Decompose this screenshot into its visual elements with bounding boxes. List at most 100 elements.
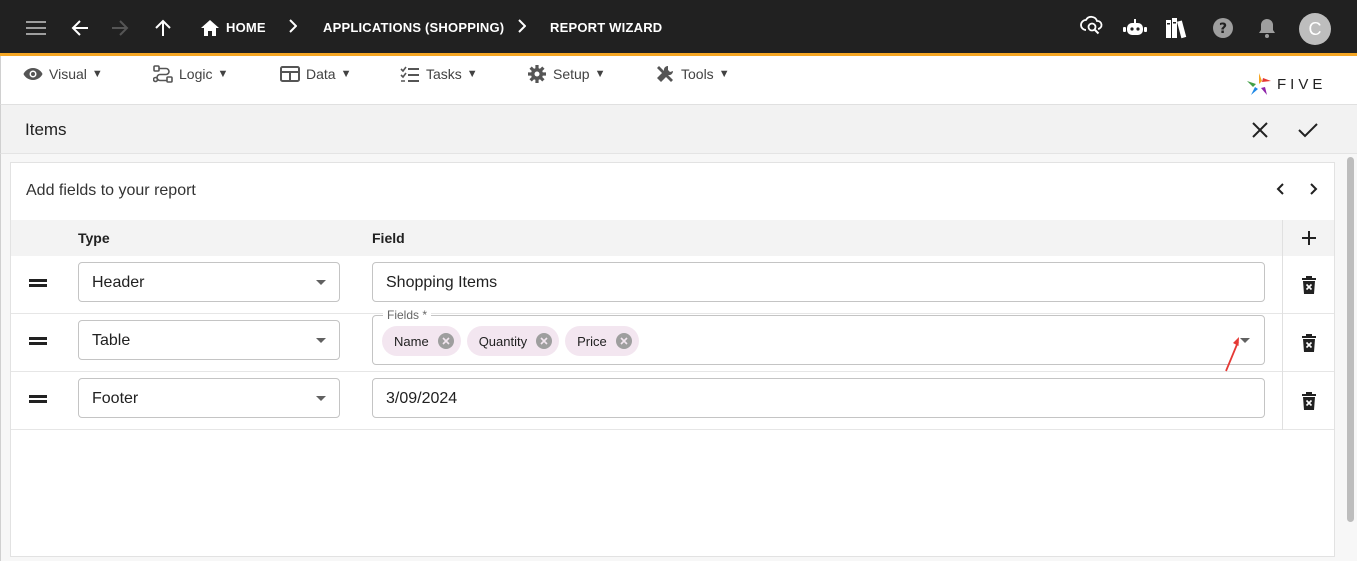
menu-tools-label: Tools xyxy=(681,66,714,82)
delete-icon xyxy=(1301,276,1316,294)
page-title: Items xyxy=(25,120,67,139)
chip-label: Price xyxy=(577,333,607,349)
confirm-button[interactable] xyxy=(1296,118,1320,142)
delete-row-button[interactable] xyxy=(1282,372,1334,430)
forward-arrow-icon[interactable] xyxy=(106,14,134,42)
check-icon xyxy=(1298,123,1318,138)
type-select-value: Footer xyxy=(92,390,139,407)
breadcrumb-separator xyxy=(518,16,527,38)
eye-icon xyxy=(23,68,43,80)
close-button[interactable] xyxy=(1248,118,1272,142)
caret-down-icon: ▼ xyxy=(466,68,478,80)
drag-handle-icon[interactable] xyxy=(29,277,47,289)
breadcrumb-report-wizard[interactable]: REPORT WIZARD xyxy=(550,20,662,35)
menu-visual-label: Visual xyxy=(49,66,87,82)
items-header: Items xyxy=(0,105,1357,154)
bell-icon[interactable] xyxy=(1253,14,1281,42)
menu-logic[interactable]: Logic ▼ xyxy=(153,64,228,84)
vertical-scrollbar[interactable] xyxy=(1343,154,1357,561)
chip-price[interactable]: Price xyxy=(565,326,639,356)
caret-down-icon: ▼ xyxy=(340,68,352,80)
table-header: Type Field xyxy=(11,220,1334,256)
next-button[interactable] xyxy=(1304,179,1324,199)
cloud-search-icon[interactable] xyxy=(1078,12,1106,40)
panel-title: Add fields to your report xyxy=(26,182,196,199)
menu-setup[interactable]: Setup ▼ xyxy=(527,64,605,84)
add-row-button[interactable] xyxy=(1282,220,1334,256)
caret-down-icon: ▼ xyxy=(217,68,229,80)
drag-handle-icon[interactable] xyxy=(29,393,47,405)
caret-down-icon: ▼ xyxy=(718,68,730,80)
chip-label: Quantity xyxy=(478,333,528,349)
menu-data[interactable]: Data ▼ xyxy=(280,64,351,84)
report-fields-panel: Add fields to your report Type Field Hea… xyxy=(10,162,1335,557)
avatar[interactable]: C xyxy=(1299,13,1331,45)
tools-icon xyxy=(657,65,674,82)
top-app-bar: HOME APPLICATIONS (SHOPPING) REPORT WIZA… xyxy=(0,0,1357,56)
chevron-left-icon xyxy=(1276,183,1284,195)
chip-name[interactable]: Name xyxy=(382,326,461,356)
column-header-field: Field xyxy=(372,230,405,246)
type-select[interactable]: Header xyxy=(78,262,340,302)
field-input-value: 3/09/2024 xyxy=(386,390,458,407)
table-grid-icon xyxy=(280,66,300,82)
chip-remove-icon[interactable] xyxy=(437,332,455,350)
menu-setup-label: Setup xyxy=(553,66,590,82)
delete-icon xyxy=(1301,392,1316,410)
five-logo-text: FIVE xyxy=(1277,75,1327,93)
chatbot-icon[interactable] xyxy=(1121,14,1149,42)
type-select[interactable]: Footer xyxy=(78,378,340,418)
logic-flow-icon xyxy=(153,65,173,83)
delete-row-button[interactable] xyxy=(1282,314,1334,372)
chip-label: Name xyxy=(394,333,429,349)
table-row: Header Shopping Items xyxy=(11,256,1334,314)
menu-icon[interactable] xyxy=(22,14,50,42)
five-logo-icon xyxy=(1247,73,1271,95)
type-select-value: Table xyxy=(92,332,131,349)
chip-remove-icon[interactable] xyxy=(615,332,633,350)
up-arrow-icon[interactable] xyxy=(149,14,177,42)
close-icon xyxy=(1252,122,1268,138)
menu-tasks[interactable]: Tasks ▼ xyxy=(400,64,478,84)
scrollbar-thumb[interactable] xyxy=(1347,157,1354,522)
column-header-type: Type xyxy=(78,230,110,246)
menu-bar: Visual ▼ Logic ▼ Data ▼ Tasks ▼ Setup ▼ Tools… xyxy=(0,56,1357,105)
chip-list: Name Quantity Price xyxy=(382,326,639,356)
type-select-value: Header xyxy=(92,274,145,291)
back-arrow-icon[interactable] xyxy=(66,14,94,42)
gear-icon xyxy=(528,65,546,83)
drag-handle-icon[interactable] xyxy=(29,335,47,347)
table-row: Footer 3/09/2024 xyxy=(11,372,1334,430)
breadcrumb-separator xyxy=(289,16,298,38)
dropdown-arrow-icon xyxy=(316,338,326,343)
home-icon[interactable] xyxy=(196,14,224,42)
menu-tools[interactable]: Tools ▼ xyxy=(655,64,730,84)
field-input[interactable]: 3/09/2024 xyxy=(372,378,1265,418)
breadcrumb-applications[interactable]: APPLICATIONS (SHOPPING) xyxy=(323,20,504,35)
fields-legend: Fields * xyxy=(383,308,432,322)
caret-down-icon: ▼ xyxy=(91,68,103,80)
dropdown-arrow-icon xyxy=(316,280,326,285)
menu-visual[interactable]: Visual ▼ xyxy=(23,64,103,84)
field-input-value: Shopping Items xyxy=(386,274,498,291)
breadcrumb-home[interactable]: HOME xyxy=(226,20,266,35)
field-input[interactable]: Shopping Items xyxy=(372,262,1265,302)
menu-data-label: Data xyxy=(306,66,336,82)
chevron-right-icon xyxy=(1310,183,1318,195)
annotation-arrow-icon xyxy=(1225,337,1239,372)
previous-button[interactable] xyxy=(1270,179,1290,199)
delete-row-button[interactable] xyxy=(1282,256,1334,314)
svg-text:?: ? xyxy=(1219,21,1227,37)
checklist-icon xyxy=(400,66,419,82)
type-select[interactable]: Table xyxy=(78,320,340,360)
menu-logic-label: Logic xyxy=(179,66,213,82)
library-icon[interactable] xyxy=(1164,14,1192,42)
chip-remove-icon[interactable] xyxy=(535,332,553,350)
help-icon[interactable]: ? xyxy=(1209,14,1237,42)
chip-quantity[interactable]: Quantity xyxy=(466,326,560,356)
five-logo: FIVE xyxy=(1247,73,1326,95)
menu-tasks-label: Tasks xyxy=(426,66,462,82)
dropdown-arrow-icon xyxy=(316,396,326,401)
delete-icon xyxy=(1301,334,1316,352)
fields-multiselect[interactable]: Fields * Name Quantity Price xyxy=(372,308,1265,365)
